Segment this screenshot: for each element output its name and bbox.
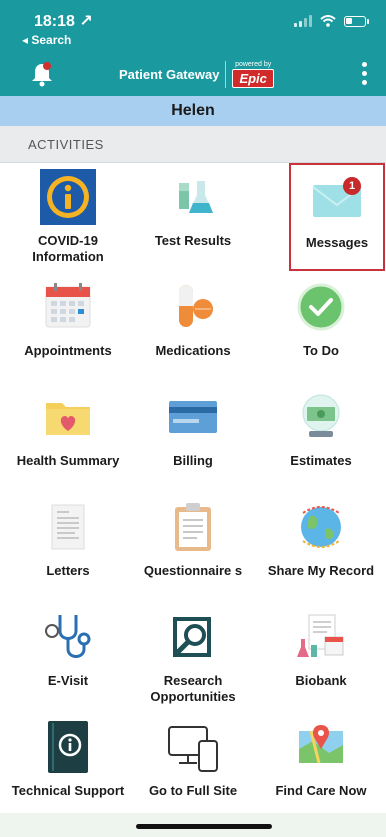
tile-messages[interactable]: 1 Messages [289,163,385,271]
tile-label: Biobank [295,673,347,688]
tile-label: Test Results [154,233,232,248]
cellular-signal-icon [294,15,312,27]
notifications-bell-icon[interactable] [28,60,56,88]
covid-info-icon [40,169,96,225]
tile-label: Find Care Now [275,783,367,798]
research-magnifier-icon [173,617,211,657]
tile-test-results[interactable]: Test Results [129,163,257,271]
globe-share-icon [301,506,341,548]
tech-support-icon [48,721,88,773]
tile-covid-info[interactable]: COVID-19 Information [4,163,132,271]
more-options-icon[interactable] [362,62,368,89]
tile-label: COVID-19 Information [32,233,104,264]
status-icons [294,15,369,27]
tile-appointments[interactable]: Appointments [4,273,132,381]
patient-gateway-title: Patient Gateway [119,67,220,82]
tile-label: Questionnaire s [143,563,243,578]
back-to-search-link[interactable]: ◂ Search [22,33,71,47]
section-title: ACTIVITIES [28,137,104,152]
app-header: 18:18 ↗ ◂ Search Patient Gateway powered… [0,0,386,96]
tile-letters[interactable]: Letters [4,493,132,601]
tile-biobank[interactable]: Biobank [257,603,385,711]
tile-medications[interactable]: Medications [129,273,257,381]
tile-technical-support[interactable]: Technical Support [4,713,132,821]
tile-health-summary[interactable]: Health Summary [4,383,132,491]
activities-section-header: ACTIVITIES [0,126,386,163]
tile-label: Messages [305,235,369,250]
stethoscope-icon [45,615,91,658]
tile-go-to-full-site[interactable]: Go to Full Site [129,713,257,821]
tile-label: Health Summary [16,453,120,468]
tile-label: Billing [173,453,213,468]
credit-card-icon [169,401,217,433]
tile-label: E-Visit [47,673,89,688]
battery-icon [344,15,369,27]
checkmark-icon [297,283,345,331]
home-indicator[interactable] [136,824,272,829]
user-name: Helen [171,102,215,119]
epic-logo: Epic [232,69,274,88]
app-title: Patient Gateway powered by Epic [119,61,274,88]
devices-icon [168,726,218,772]
tile-estimates[interactable]: Estimates [257,383,385,491]
tile-label: Appointments [24,343,112,358]
current-user-bar[interactable]: Helen [0,96,386,126]
tile-share-my-record[interactable]: Share My Record [257,493,385,601]
status-time: 18:18 ↗ [34,13,93,30]
tile-e-visit[interactable]: E-Visit [4,603,132,711]
tile-label: Go to Full Site [148,783,238,798]
tile-label: To Do [303,343,339,358]
tile-to-do[interactable]: To Do [257,273,385,381]
tile-find-care-now[interactable]: Find Care Now [257,713,385,821]
unread-badge: 1 [343,177,361,195]
tile-label: Technical Support [11,783,125,798]
tile-billing[interactable]: Billing [129,383,257,491]
epic-brand: powered by Epic [225,61,274,88]
letter-icon [51,504,85,550]
tile-label: Share My Record [267,563,375,578]
biobank-icon [297,614,344,657]
clipboard-icon [175,503,211,551]
test-tubes-icon [179,181,213,213]
tile-label: Research Opportunities [150,673,236,704]
calendar-icon [45,283,91,328]
tile-label: Estimates [290,453,352,468]
tile-label: Letters [46,563,90,578]
tile-questionnaires[interactable]: Questionnaire s [129,493,257,601]
folder-heart-icon [46,403,90,435]
powered-by-text: powered by [235,61,272,68]
wifi-icon [320,15,336,27]
map-pin-icon [299,725,343,764]
tile-label: Medications [155,343,231,358]
pills-icon [179,285,213,327]
tile-research-opportunities[interactable]: Research Opportunities [129,603,257,711]
money-globe-icon [302,394,340,437]
home-indicator-area [0,813,386,837]
